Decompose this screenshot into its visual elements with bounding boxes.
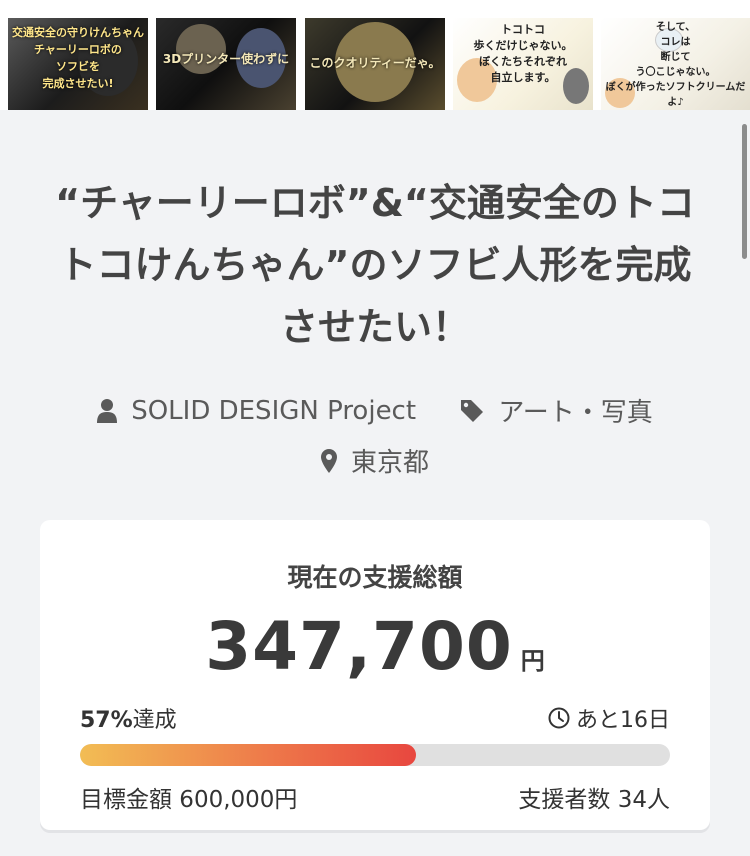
project-meta: SOLID DESIGN Project アート・写真 (40, 392, 710, 430)
category-name: アート・写真 (498, 398, 653, 428)
project-location: 東京都 (40, 442, 710, 480)
clock-icon (548, 707, 570, 729)
remaining-days-text: あと16日 (576, 708, 670, 733)
goal-amount: 目標金額 600,000円 (80, 787, 298, 813)
thumbnail-strip: 交通安全の守りけんちゃん チャーリーロボの ソフビを 完成させたい! 3Dプリン… (0, 0, 750, 110)
thumbnail-caption: トコトコ 歩くだけじゃない。 ぼくたちそれぞれ 自立します。 (473, 23, 573, 84)
location-pin-icon (320, 448, 337, 473)
project-title: “チャーリーロボ”&“交通安全のトコトコけんちゃん”のソフビ人形を完成させたい！ (55, 181, 695, 349)
category-link[interactable]: アート・写真 (460, 392, 653, 429)
user-icon (97, 398, 118, 423)
achievement-value: 57% (80, 708, 133, 733)
funding-amount: 347,700 (205, 608, 513, 685)
thumbnail-caption: このクオリティーだゃ。 (309, 56, 441, 70)
owner-name: SOLID DESIGN Project (131, 395, 417, 426)
thumbnail-5[interactable]: そして、 コレは 断じて う〇こじゃない。 ぼくが作ったソフトクリームだよ♪ (601, 18, 750, 110)
thumbnail-2[interactable]: 3Dプリンター使わずに (156, 18, 296, 110)
currency-label: 円 (520, 647, 545, 675)
progress-bar (80, 744, 670, 766)
location-link[interactable]: 東京都 (320, 442, 429, 479)
owner-link[interactable]: SOLID DESIGN Project (97, 396, 416, 426)
thumbnail-1[interactable]: 交通安全の守りけんちゃん チャーリーロボの ソフビを 完成させたい! (8, 18, 148, 110)
progress-bar-fill (80, 744, 416, 766)
remaining-days: あと16日 (548, 702, 670, 734)
achievement-suffix: 達成 (132, 708, 177, 733)
location-name: 東京都 (350, 448, 429, 478)
achievement-rate: 57%達成 (80, 702, 177, 734)
thumbnail-caption: 3Dプリンター使わずに (162, 52, 290, 66)
funding-amount-row: 347,700 円 (40, 608, 710, 685)
scrollbar[interactable] (742, 124, 747, 259)
thumbnail-caption: 交通安全の守りけんちゃん チャーリーロボの ソフビを 完成させたい! (12, 26, 144, 90)
tag-icon (461, 399, 484, 422)
thumbnail-3[interactable]: このクオリティーだゃ。 (305, 18, 445, 110)
thumbnail-caption: そして、 コレは 断じて う〇こじゃない。 ぼくが作ったソフトクリームだよ♪ (605, 22, 746, 108)
funding-card: 現在の支援総額 347,700 円 57%達成 あと16日 目標金額 600,00… (40, 520, 710, 830)
funding-label: 現在の支援総額 (287, 563, 463, 592)
thumbnail-4[interactable]: トコトコ 歩くだけじゃない。 ぼくたちそれぞれ 自立します。 (453, 18, 593, 110)
backer-count: 支援者数 34人 (518, 787, 670, 813)
